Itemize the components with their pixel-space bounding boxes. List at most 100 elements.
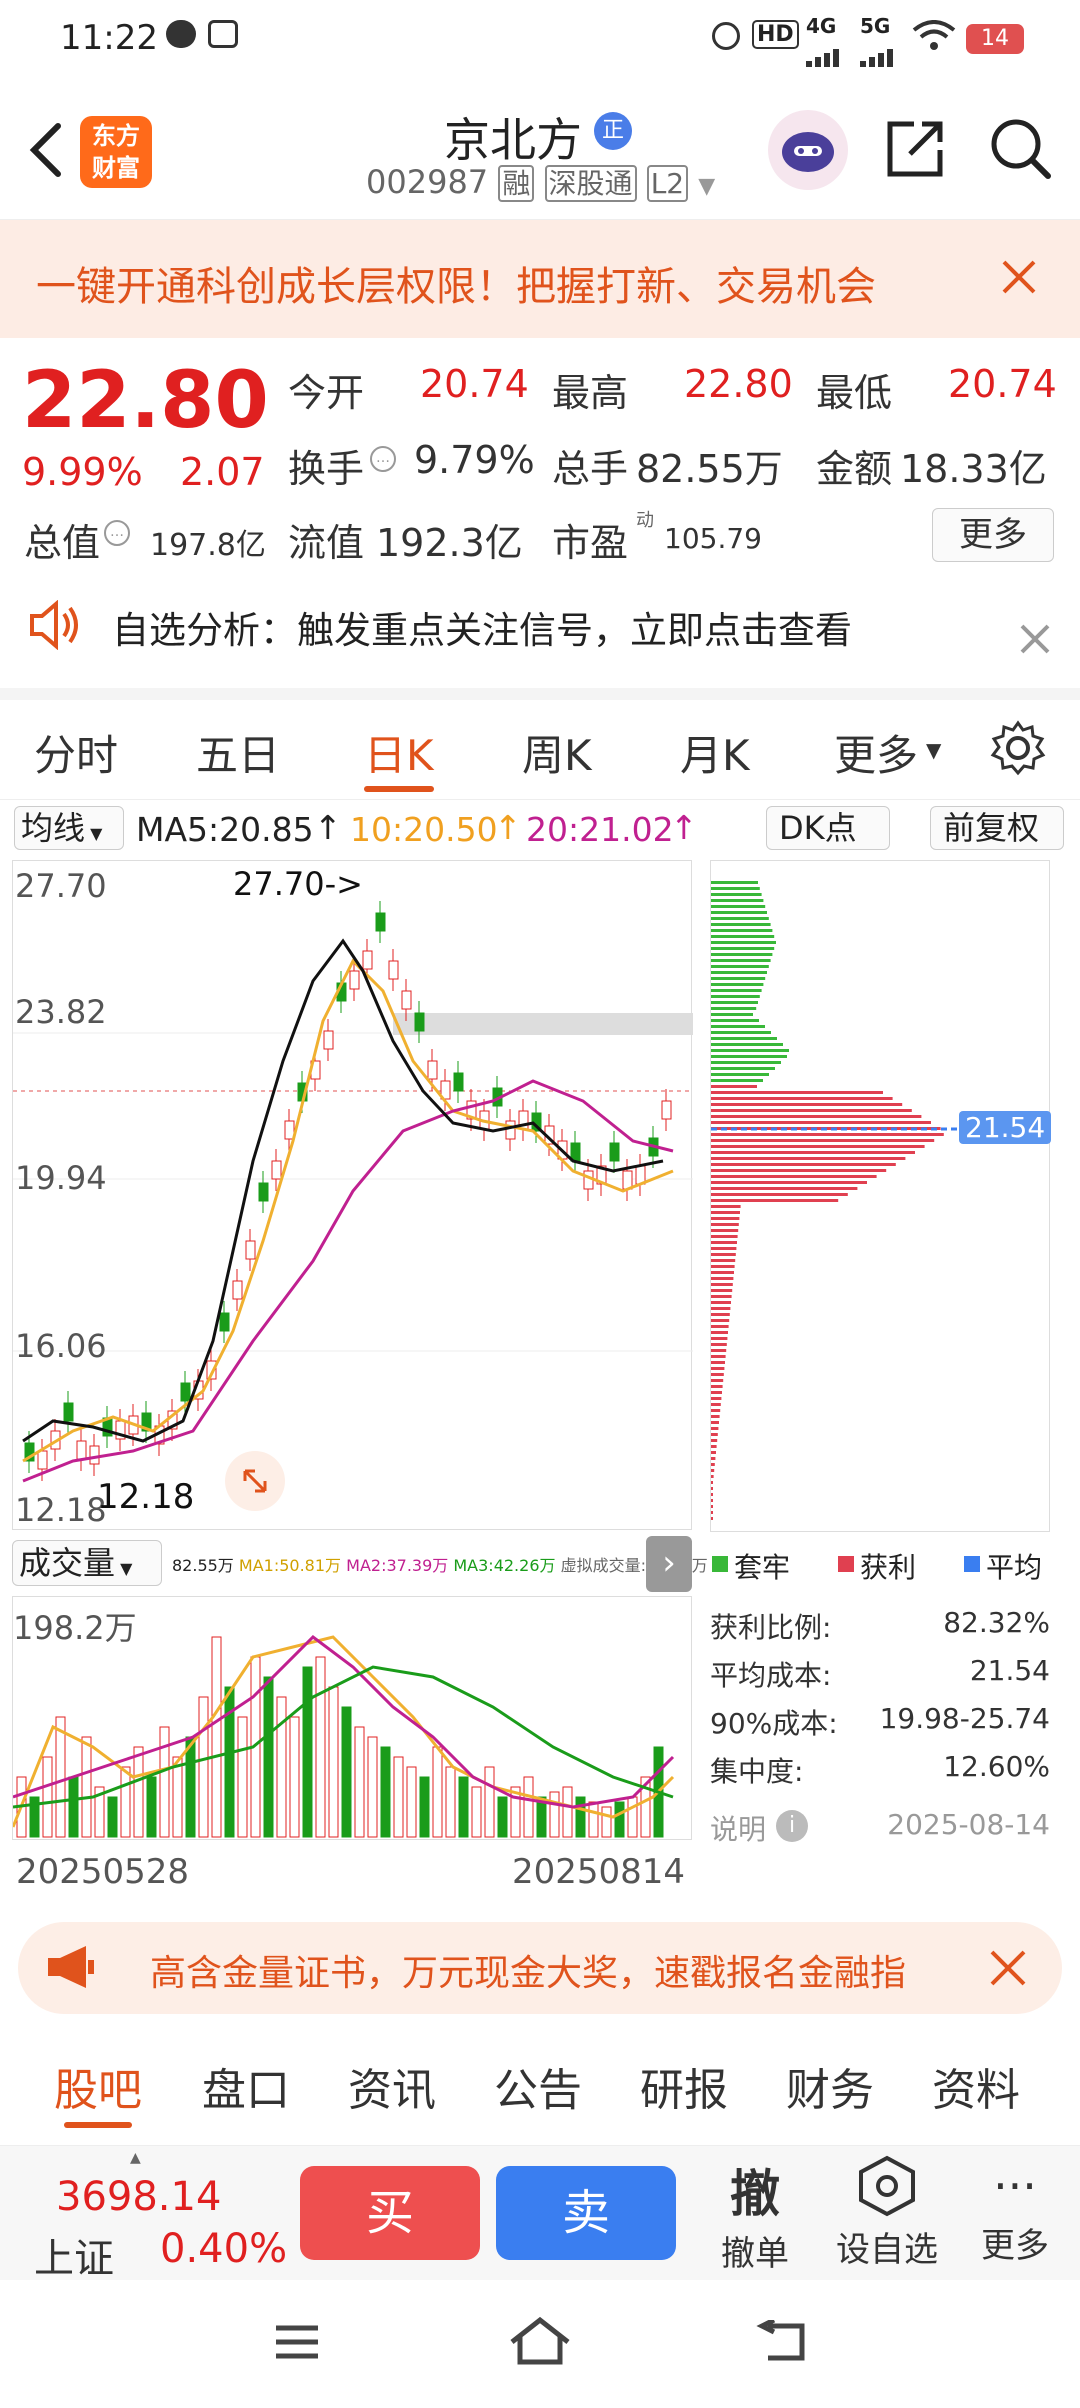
promo-banner[interactable]: 一键开通科创成长层权限！把握打新、交易机会 — [0, 220, 1080, 338]
close-icon[interactable] — [998, 256, 1040, 298]
chip-bar — [711, 1157, 906, 1160]
kline-chart[interactable]: 27.70 23.82 19.94 16.06 12.18 27.70-> 12… — [12, 860, 693, 1530]
margin-tag: 融 — [498, 165, 535, 202]
promo-text: 高含金量证书，万元现金大奖，速戳报名金融指 — [150, 1953, 907, 1994]
chip-bar — [711, 1457, 716, 1460]
add-watchlist-button[interactable]: 设自选 — [832, 2154, 942, 2274]
chevron-down-icon: ▼ — [85, 824, 103, 843]
volume-selector[interactable]: 成交量 ▼ — [12, 1540, 162, 1586]
system-nav-bar — [0, 2280, 1080, 2408]
candle — [76, 1440, 87, 1460]
tab-orderbook[interactable]: 盘口 — [202, 2054, 290, 2118]
chip-bar — [711, 1307, 731, 1310]
cost-90-label: 90%成本: — [710, 1707, 838, 1740]
candle — [245, 1240, 256, 1260]
chip-bar — [711, 1007, 757, 1010]
menu-icon[interactable] — [272, 2322, 322, 2362]
sell-button[interactable]: 卖 — [496, 2166, 676, 2260]
chip-bar — [711, 1325, 729, 1328]
volume-bar — [133, 1746, 144, 1838]
chip-bar — [711, 977, 766, 980]
chip-bar — [711, 887, 760, 890]
chip-bar — [711, 1235, 738, 1238]
index-name[interactable]: 上证 — [34, 2226, 114, 2284]
tab-monthly-k[interactable]: 月K — [680, 722, 750, 783]
candle — [349, 970, 360, 990]
close-icon[interactable] — [988, 1948, 1028, 1988]
tab-more[interactable]: 更多 — [834, 722, 918, 783]
tab-intraday[interactable]: 分时 — [34, 722, 118, 783]
tab-forum[interactable]: 股吧 — [54, 2054, 142, 2118]
ma-selector[interactable]: 均线 ▼ — [14, 806, 124, 850]
turnover-label: 换手 — [288, 447, 365, 491]
back-icon[interactable] — [22, 120, 72, 180]
high-label: 最高 — [552, 371, 629, 415]
open-value: 20.74 — [420, 362, 529, 406]
info-icon[interactable]: i — [776, 1810, 808, 1842]
chip-bar — [711, 1289, 733, 1292]
dk-point-button[interactable]: DK点 — [766, 806, 890, 850]
tab-news[interactable]: 资讯 — [348, 2054, 436, 2118]
candle — [232, 1280, 243, 1300]
tab-announcements[interactable]: 公告 — [494, 2054, 582, 2118]
gear-icon[interactable] — [990, 720, 1046, 776]
chip-bar — [711, 1115, 922, 1118]
chevron-right-icon[interactable]: › — [646, 1536, 692, 1592]
robot-assistant-icon[interactable] — [768, 110, 848, 190]
volume-bar — [185, 1736, 196, 1838]
chip-bar — [711, 1163, 896, 1166]
analysis-notice[interactable]: 自选分析：触发重点关注信号，立即点击查看 — [0, 588, 1080, 688]
y-axis-label-3: 19.94 — [15, 1159, 107, 1197]
chip-bar — [711, 1409, 721, 1412]
chip-bar — [711, 911, 767, 914]
chip-legend: 套牢 获利 平均 — [710, 1546, 1050, 1586]
index-value[interactable]: 3698.14 — [56, 2174, 221, 2220]
adjust-mode-button[interactable]: 前复权 — [930, 806, 1064, 850]
chip-bar — [711, 905, 766, 908]
buy-button[interactable]: 买 — [300, 2166, 480, 2260]
volume-bar — [432, 1746, 443, 1838]
volume-bar — [159, 1726, 170, 1838]
alarm-icon — [712, 22, 740, 50]
info-icon[interactable]: … — [104, 520, 130, 546]
tab-daily-k[interactable]: 日K — [364, 722, 434, 783]
more-actions-button[interactable]: ··· 更多 — [970, 2154, 1060, 2274]
more-button[interactable]: 更多 — [932, 508, 1054, 562]
chip-note-link[interactable]: 说明 — [710, 1813, 766, 1846]
chip-bar — [711, 1199, 839, 1202]
status-bar: 11:22 HD 4G 5G 14 — [0, 0, 1080, 80]
volume-chart[interactable]: 198.2万 — [11, 1596, 692, 1840]
cancel-order-button[interactable]: 撤 撤单 — [710, 2154, 800, 2274]
home-icon[interactable] — [508, 2316, 572, 2366]
chip-bar — [711, 1037, 777, 1040]
chip-bar — [711, 1481, 713, 1484]
chip-distribution[interactable]: 21.54 — [710, 860, 1052, 1532]
chip-bar — [711, 1151, 915, 1154]
search-icon[interactable] — [988, 116, 1054, 182]
promo-bar[interactable]: 高含金量证书，万元现金大奖，速戳报名金融指 — [18, 1922, 1062, 2014]
concentration-row: 集中度: 12.60% — [710, 1750, 1050, 1790]
ellipsis-icon: ··· — [993, 2159, 1037, 2213]
tab-finance[interactable]: 财务 — [786, 2054, 874, 2118]
close-icon[interactable] — [1018, 622, 1052, 656]
low-value: 20.74 — [948, 362, 1057, 406]
tab-profile[interactable]: 资料 — [932, 2054, 1020, 2118]
candle — [388, 960, 399, 980]
chevron-down-icon[interactable]: ▼ — [698, 174, 715, 199]
verified-badge: 正 — [594, 112, 632, 150]
back-nav-icon[interactable] — [756, 2317, 808, 2364]
volume-bar — [393, 1756, 404, 1838]
share-icon[interactable] — [884, 116, 948, 180]
expand-icon[interactable] — [225, 1451, 285, 1511]
chip-bar — [711, 1217, 740, 1220]
tab-five-day[interactable]: 五日 — [196, 722, 280, 783]
chip-bar — [711, 1379, 724, 1382]
chip-bar — [711, 1499, 713, 1502]
chip-bar — [711, 1451, 716, 1454]
chip-bar — [711, 1085, 757, 1088]
tab-weekly-k[interactable]: 周K — [522, 722, 592, 783]
tab-research[interactable]: 研报 — [640, 2054, 728, 2118]
app-logo: 东方 财富 — [80, 116, 152, 188]
info-icon[interactable]: … — [370, 446, 396, 472]
volume-bar — [42, 1756, 53, 1838]
